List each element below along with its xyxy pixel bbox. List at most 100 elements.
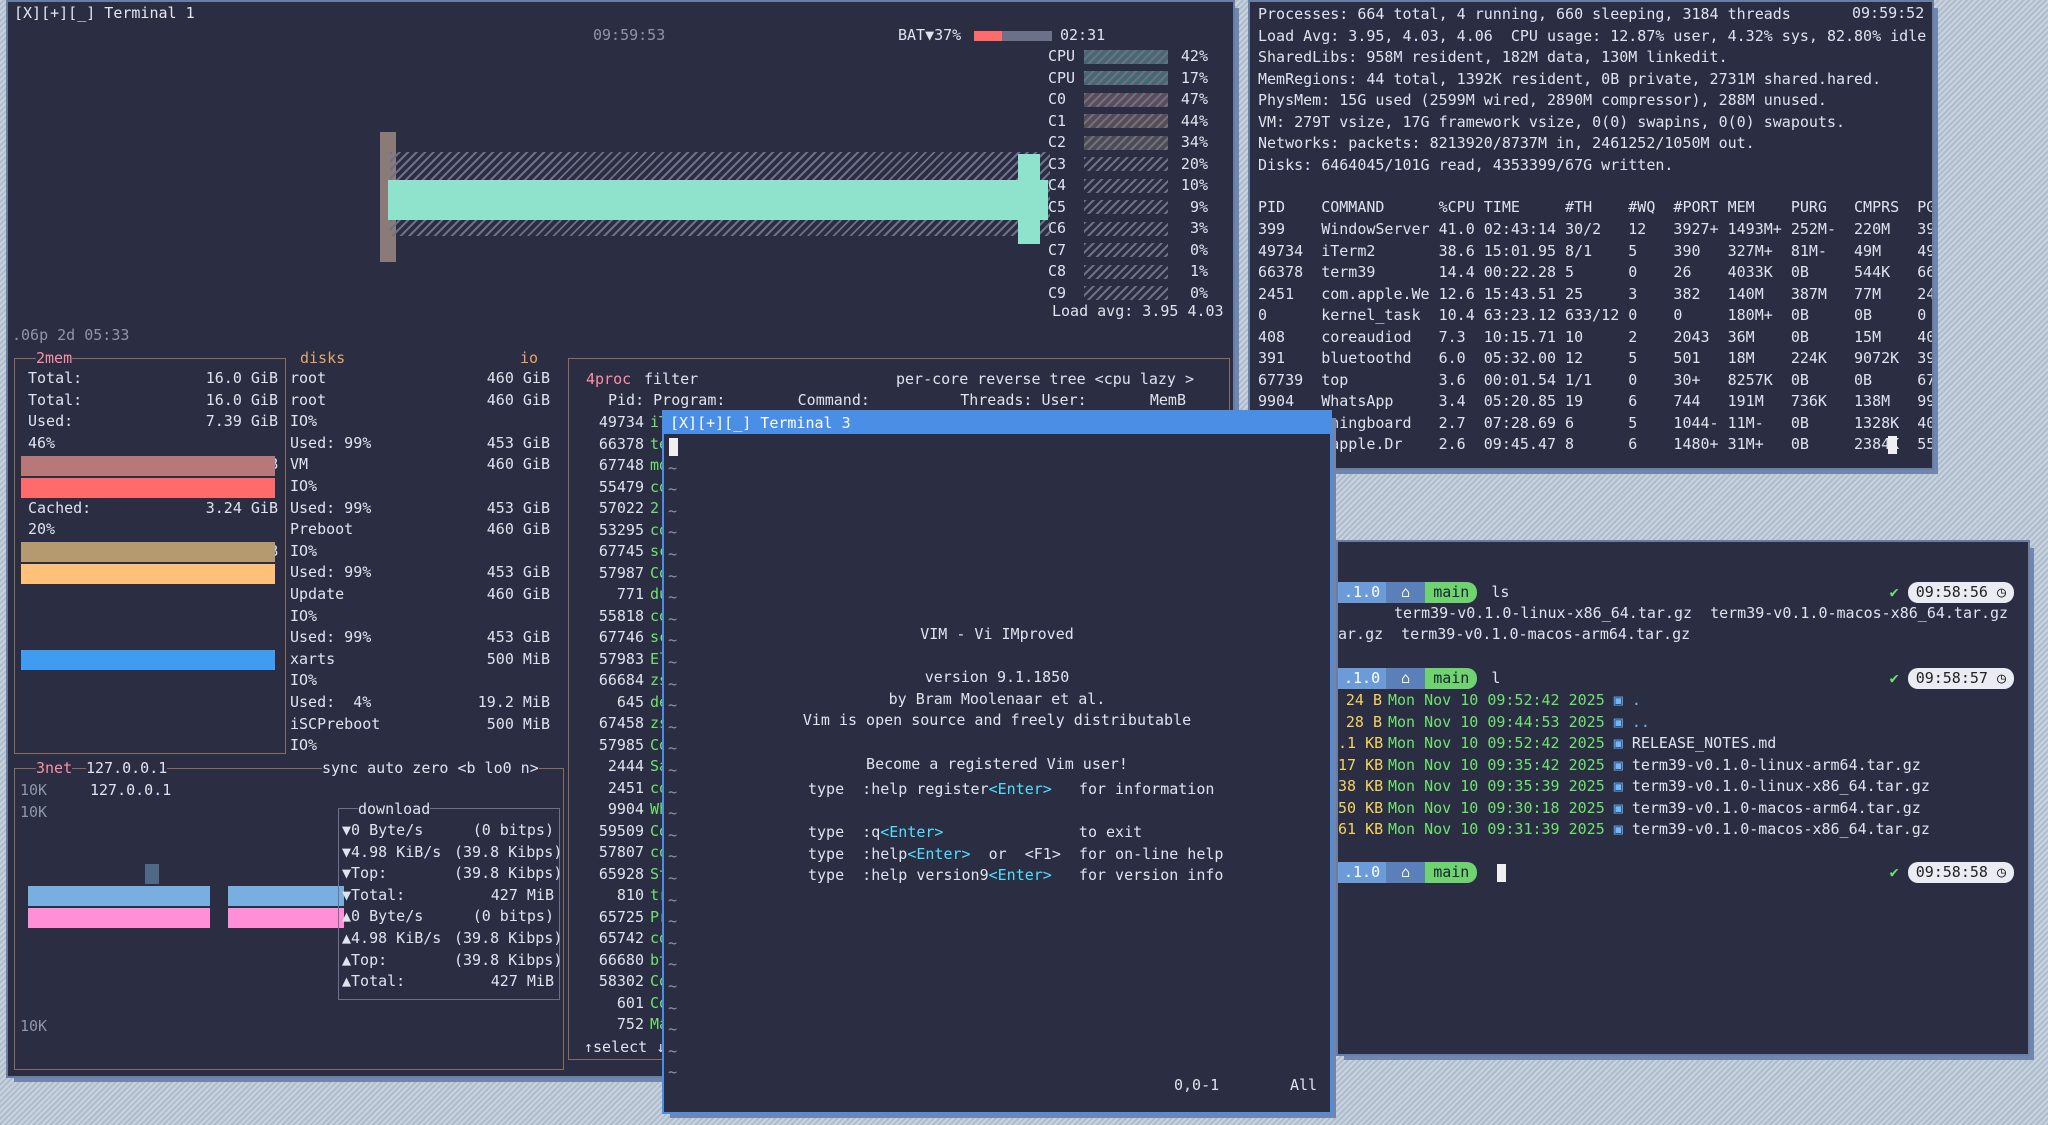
vim-help-desc: or <F1> for on-line help xyxy=(970,844,1224,863)
proc-row[interactable]: 65725 Pr xyxy=(578,907,678,928)
proc-row[interactable]: 601 Co xyxy=(578,993,678,1014)
proc-pid: 645 xyxy=(616,692,644,711)
disk-label: IO% xyxy=(290,541,318,560)
disk-value: 453 GiB xyxy=(486,628,550,647)
file-name: RELEASE_NOTES.md xyxy=(1631,734,1777,752)
proc-row[interactable]: 810 tr xyxy=(578,885,678,906)
shell-prompt[interactable]: .1.0 ⌂ main ✔ 09:58:58 ◷ xyxy=(1338,862,2028,883)
cpu-bar xyxy=(1084,243,1168,257)
proc-row[interactable]: 59509 Co xyxy=(578,821,678,842)
cpu-row: C7 0% xyxy=(1048,240,1233,261)
shell-prompt[interactable]: .1.0 ⌂ main ls ✔ 09:58:56 ◷ xyxy=(1338,582,2028,603)
cpu-row: CPU 42% xyxy=(1048,46,1233,67)
proc-row[interactable]: 66684 zs xyxy=(578,670,678,691)
top-terminal-window[interactable]: Processes: 664 total, 4 running, 660 sle… xyxy=(1250,2,1932,468)
btop-clock: 09:59:53 xyxy=(593,26,666,44)
cpu-row: CPU 17% xyxy=(1048,68,1233,89)
net-row: ▼0 Byte/s (0 bitps) xyxy=(342,820,554,842)
proc-row[interactable]: 55818 co xyxy=(578,606,678,627)
prompt-time-wrap: ✔ 09:58:56 ◷ xyxy=(1890,582,2014,603)
top-process-row: 67739 top 3.6 00:01.54 1/1 0 30+ 8257K 0… xyxy=(1258,370,1932,389)
cpu-pct: 44% xyxy=(1180,111,1208,130)
cpu-row: C9 0% xyxy=(1048,283,1233,304)
git-branch: main xyxy=(1425,582,1478,603)
proc-row[interactable]: 67748 md xyxy=(578,455,678,476)
terminal-3-titlebar[interactable]: [X][+][_] Terminal 3 xyxy=(664,412,1330,434)
vim-tilde: ~ xyxy=(668,1041,678,1060)
proc-options[interactable]: per-core reverse tree <cpu lazy > xyxy=(896,370,1194,388)
net-value: 427 MiB xyxy=(490,972,554,991)
cpu-bar xyxy=(1084,114,1168,128)
proc-row[interactable]: 67746 sc xyxy=(578,627,678,648)
proc-filter[interactable]: filter xyxy=(644,370,698,388)
net-value: (0 bitps) xyxy=(472,907,554,926)
proc-row[interactable]: 49734 iT xyxy=(578,412,678,433)
net-row: ▼Top: (39.8 Kibps) xyxy=(342,863,562,885)
top-summary-line: SharedLibs: 958M resident, 182M data, 13… xyxy=(1258,48,1728,66)
net-options[interactable]: sync auto zero <b lo0 n> xyxy=(322,759,539,777)
cpu-bar xyxy=(1084,286,1168,300)
disk-row: Used: 99% 453 GiB xyxy=(290,498,560,520)
proc-row[interactable]: 771 du xyxy=(578,584,678,605)
shell-prompt[interactable]: .1.0 ⌂ main l ✔ 09:58:57 ◷ xyxy=(1338,668,2028,689)
proc-row[interactable]: 55479 co xyxy=(578,477,678,498)
vim-intro-line: version 9.1.1850 xyxy=(924,668,1070,687)
proc-row[interactable]: 2451 co xyxy=(578,778,678,799)
top-cursor xyxy=(1888,436,1897,454)
shell-command: ls xyxy=(1491,583,1510,601)
proc-row[interactable]: 752 Ma xyxy=(578,1014,678,1035)
disk-row: IO% xyxy=(290,411,560,433)
cpu-name: C6 xyxy=(1048,219,1067,237)
shell-terminal-window[interactable]: .1.0 ⌂ main ls ✔ 09:58:56 ◷ term39-v0.1.0-l… xyxy=(1338,542,2028,1054)
net-label: ▼Total: xyxy=(342,885,406,904)
proc-row[interactable]: 58302 Co xyxy=(578,971,678,992)
top-process-row: 2451 com.apple.We 12.6 15:43.51 25 3 382… xyxy=(1258,284,1932,303)
file-size: 24 B xyxy=(1345,691,1382,709)
proc-row[interactable]: 53295 co xyxy=(578,520,678,541)
cpu-row: C6 3% xyxy=(1048,218,1233,239)
proc-row[interactable]: 645 de xyxy=(578,692,678,713)
cpu-name: C4 xyxy=(1048,176,1067,194)
proc-row[interactable]: 2444 Sa xyxy=(578,756,678,777)
proc-row[interactable]: 65742 co xyxy=(578,928,678,949)
proc-row[interactable]: 67745 sc xyxy=(578,541,678,562)
mem-label: Cached: xyxy=(28,498,92,517)
terminal-1-titlebar[interactable]: [X][+][_] Terminal 1 xyxy=(8,2,1233,24)
vim-tilde: ~ xyxy=(668,523,678,542)
proc-row[interactable]: 66680 bt xyxy=(578,950,678,971)
file-size: 61 KB xyxy=(1338,820,1384,838)
disk-row: root 460 GiB xyxy=(290,368,560,390)
cpu-row: C1 44% xyxy=(1048,111,1233,132)
proc-pid: 57807 xyxy=(598,843,644,861)
mem-row: Total: 16.0 GiB xyxy=(28,390,278,412)
proc-row[interactable]: 57022 2. xyxy=(578,498,678,519)
download-label: download xyxy=(358,800,431,818)
disk-row: Used: 99% 453 GiB xyxy=(290,562,560,584)
vim-tilde: ~ xyxy=(668,1020,678,1039)
proc-row[interactable]: 67458 zs xyxy=(578,713,678,734)
proc-row[interactable]: 57983 El xyxy=(578,649,678,670)
cpu-bar xyxy=(1084,264,1168,279)
proc-row[interactable]: 9904 Wh xyxy=(578,799,678,820)
proc-pid: 67745 xyxy=(598,542,644,560)
disk-label: root xyxy=(290,369,327,387)
proc-row[interactable]: 66378 te xyxy=(578,434,678,455)
mem-value: 16.0 GiB xyxy=(205,390,278,409)
net-row: ▲Total: 427 MiB xyxy=(342,971,554,993)
cpu-name: C7 xyxy=(1048,240,1067,259)
disk-value: 460 GiB xyxy=(486,455,550,474)
proc-row[interactable]: 57807 co xyxy=(578,842,678,863)
proc-row[interactable]: 57987 Co xyxy=(578,563,678,584)
proc-pid: 67746 xyxy=(598,628,644,646)
listing-row: 38 KB Mon Nov 10 09:35:39 2025 ▣ term39-v… xyxy=(1338,776,2028,797)
disk-row: IO% xyxy=(290,670,560,692)
file-name: term39-v0.1.0-macos-x86_64.tar.gz xyxy=(1631,820,1930,838)
terminal-3-window[interactable]: [X][+][_] Terminal 3 ~ ~ ~ ~ ~ ~ ~ ~ ~ ~ ~ ~ ~ ~ ~ ~ ~ ~ ~… xyxy=(664,412,1330,1112)
proc-row[interactable]: 65928 St xyxy=(578,864,678,885)
file-size: 50 KB xyxy=(1338,798,1384,817)
proc-select[interactable]: ↑select ↓ xyxy=(584,1038,665,1056)
file-size: .1 KB xyxy=(1338,734,1384,752)
proc-row[interactable]: 57985 Co xyxy=(578,735,678,756)
proc-pid: 65742 xyxy=(598,929,644,947)
mem-value: 3.24 GiB xyxy=(205,498,278,517)
